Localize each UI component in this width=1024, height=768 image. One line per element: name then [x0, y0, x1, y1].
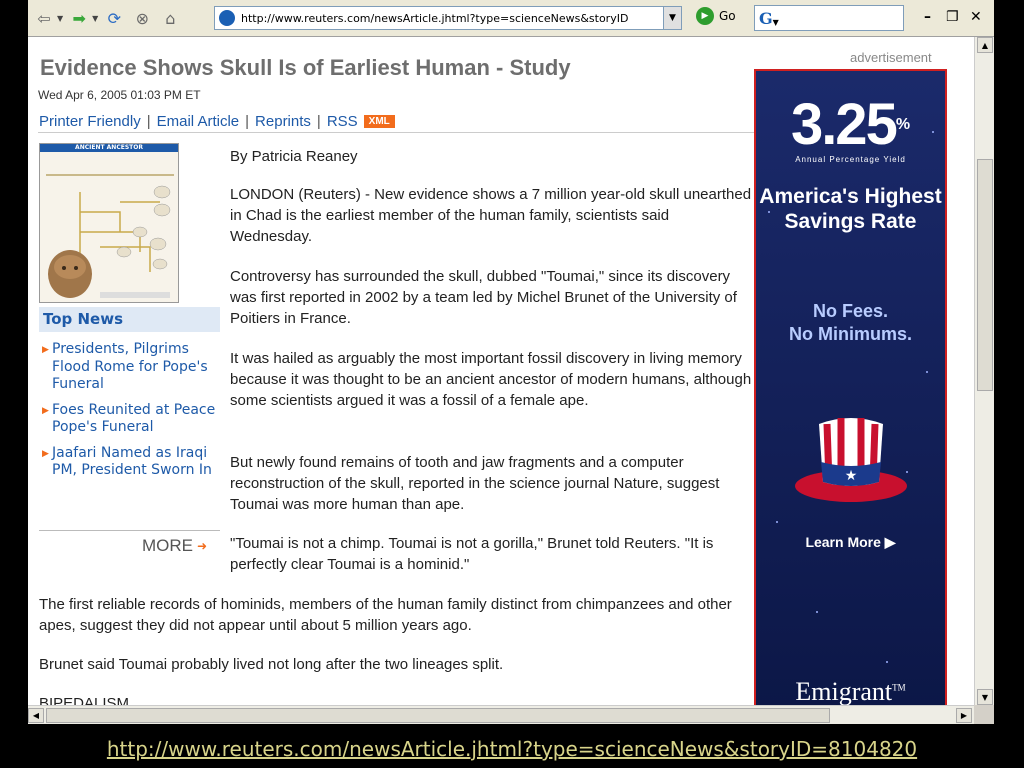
article-byline: By Patricia Reaney [230, 148, 358, 165]
advertisement-banner[interactable]: 3.25% Annual Percentage Yield America's … [754, 69, 947, 705]
close-button[interactable]: ✕ [970, 9, 982, 25]
top-hat-icon: ★ [791, 404, 911, 514]
list-item[interactable]: ▶ Jaafari Named as Iraqi PM, President Sw… [42, 445, 220, 480]
ad-headline: America's Highest Savings Rate [759, 185, 942, 233]
address-url[interactable]: http://www.reuters.com/newsArticle.jhtml… [241, 12, 663, 25]
source-url-link[interactable]: http://www.reuters.com/newsArticle.jhtml… [0, 737, 1024, 761]
go-label: Go [719, 9, 736, 23]
bullet-icon: ▶ [42, 345, 49, 355]
xml-badge[interactable]: XML [363, 115, 395, 128]
news-link[interactable]: Foes Reunited at Peace Pope's Funeral [52, 402, 215, 436]
google-icon[interactable]: G [759, 9, 773, 28]
ad-rate: 3.25% [790, 92, 911, 157]
back-icon[interactable]: ⇦ [32, 6, 56, 30]
more-link[interactable]: MORE ➜ [142, 536, 207, 556]
scroll-thumb[interactable] [977, 159, 993, 391]
ad-apy: Annual Percentage Yield [795, 155, 906, 164]
address-dropdown-icon[interactable]: ▼ [663, 7, 681, 29]
svg-text:★: ★ [844, 468, 857, 484]
stop-icon[interactable]: ⊗ [130, 6, 154, 30]
top-news-heading: Top News [39, 307, 220, 332]
restore-button[interactable]: ❐ [946, 9, 959, 25]
article-paragraph: Controversy has surrounded the skull, du… [230, 268, 737, 327]
browser-window: ⇦ ▼ ➡ ▼ ⟳ ⊗ ⌂ http://www.reuters.com/new… [28, 0, 994, 724]
page-icon [219, 10, 235, 26]
ad-fees: No Fees. No Minimums. [788, 301, 912, 344]
scroll-left-icon[interactable]: ◀ [28, 708, 44, 723]
news-link[interactable]: Presidents, Pilgrims Flood Rome for Pope… [52, 341, 208, 392]
forward-icon[interactable]: ➡ [67, 6, 91, 30]
article-paragraph: LONDON (Reuters) - New evidence shows a … [230, 186, 752, 245]
back-dropdown-icon[interactable]: ▼ [57, 14, 63, 23]
article-paragraph: Brunet said Toumai probably lived not lo… [39, 656, 504, 673]
news-link[interactable]: Jaafari Named as Iraqi PM, President Swo… [52, 445, 212, 479]
go-icon: ▶ [696, 7, 714, 25]
article-paragraph: It was hailed as arguably the most impor… [230, 350, 752, 409]
learn-more-button[interactable]: Learn More ▶ [756, 534, 945, 551]
article-dateline: Wed Apr 6, 2005 01:03 PM ET [38, 88, 201, 102]
search-input[interactable]: G ▼ [754, 5, 904, 31]
divider [39, 530, 220, 531]
reprints-link[interactable]: Reprints [255, 113, 311, 130]
ancestor-graphic[interactable]: ANCIENT ANCESTOR [39, 143, 179, 303]
article-paragraph: The first reliable records of hominids, … [39, 596, 732, 634]
browser-toolbar: ⇦ ▼ ➡ ▼ ⟳ ⊗ ⌂ http://www.reuters.com/new… [28, 0, 994, 37]
printer-friendly-link[interactable]: Printer Friendly [39, 113, 141, 130]
list-item[interactable]: ▶ Presidents, Pilgrims Flood Rome for Pop… [42, 341, 220, 394]
scroll-right-icon[interactable]: ▶ [956, 708, 972, 723]
article-paragraph: But newly found remains of tooth and jaw… [230, 454, 720, 513]
article-tools: Printer Friendly | Email Article | Repri… [39, 113, 395, 130]
bullet-icon: ▶ [42, 448, 49, 459]
vertical-scrollbar[interactable]: ▲ ▼ [974, 37, 994, 705]
rss-link[interactable]: RSS [327, 113, 358, 130]
article-paragraph: "Toumai is not a chimp. Toumai is not a … [230, 535, 714, 573]
list-item[interactable]: ▶ Foes Reunited at Peace Pope's Funeral [42, 402, 220, 437]
scroll-thumb[interactable] [46, 708, 830, 723]
article-subhead: BIPEDALISM [39, 695, 130, 705]
reload-icon[interactable]: ⟳ [102, 6, 126, 30]
minimize-button[interactable]: – [924, 9, 931, 25]
graphic-illustration [46, 174, 174, 298]
page-viewport: Evidence Shows Skull Is of Earliest Huma… [28, 37, 974, 705]
divider [38, 132, 754, 133]
graphic-title: ANCIENT ANCESTOR [40, 144, 178, 152]
ad-brand-logo: EmigrantTM [795, 677, 906, 705]
advertisement-label: advertisement [850, 50, 932, 65]
email-article-link[interactable]: Email Article [157, 113, 240, 130]
top-news-list: ▶ Presidents, Pilgrims Flood Rome for Pop… [42, 341, 220, 488]
article-headline: Evidence Shows Skull Is of Earliest Huma… [40, 55, 571, 80]
scroll-up-icon[interactable]: ▲ [977, 37, 993, 53]
home-icon[interactable]: ⌂ [158, 6, 182, 30]
bullet-icon: ▶ [42, 405, 49, 416]
more-label: MORE [142, 536, 193, 555]
horizontal-scrollbar[interactable]: ◀ ▶ [28, 705, 974, 724]
address-bar[interactable]: http://www.reuters.com/newsArticle.jhtml… [214, 6, 682, 30]
forward-dropdown-icon[interactable]: ▼ [92, 14, 98, 23]
arrow-right-icon: ➜ [197, 539, 208, 553]
scroll-down-icon[interactable]: ▼ [977, 689, 993, 705]
go-button[interactable]: ▶ Go [696, 7, 736, 25]
